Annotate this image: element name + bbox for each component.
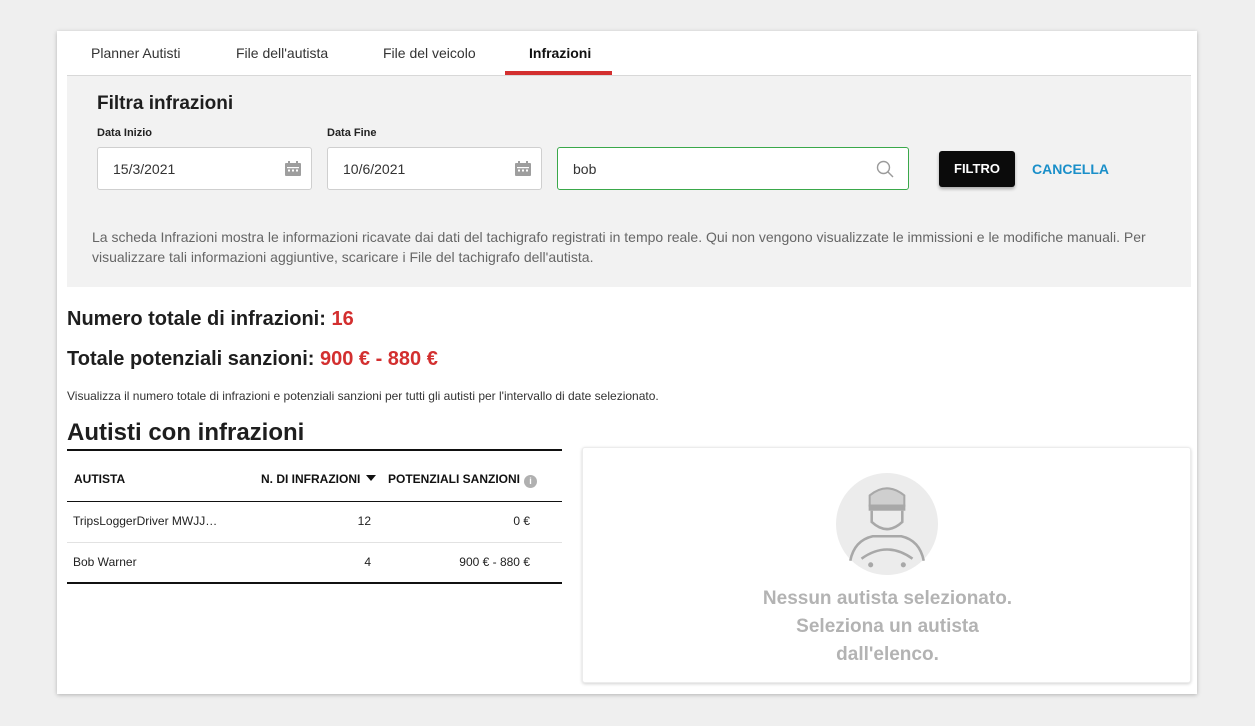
start-date-label: Data Inizio [97,127,153,139]
calendar-icon[interactable] [285,161,301,176]
total-sanctions: Totale potenziali sanzioni: 900 € - 880 … [67,348,438,371]
column-header-driver[interactable]: AUTISTA [74,472,125,486]
empty-state-line-2: Seleziona un autista [796,616,979,637]
column-header-count[interactable]: N. DI INFRAZIONI [261,472,377,486]
total-infractions: Numero totale di infrazioni: 16 [67,308,354,331]
start-date-value: 15/3/2021 [113,161,176,177]
empty-state-line-1: Nessun autista selezionato. [762,588,1013,609]
driver-detail-panel: Nessun autista selezionato. Seleziona un… [582,447,1191,683]
driver-avatar-icon [836,473,938,575]
row-driver: Bob Warner [73,555,137,569]
search-value: bob [573,161,597,177]
tab-bar: Planner Autisti File dell'autista File d… [67,31,1191,76]
sort-desc-icon [366,475,377,481]
tab-file-autista[interactable]: File dell'autista [236,45,328,61]
tab-infrazioni[interactable]: Infrazioni [529,45,591,61]
drivers-section-title: Autisti con infrazioni [67,419,305,446]
column-header-sanctions-label: POTENZIALI SANZIONI [388,472,520,486]
column-header-sanctions[interactable]: POTENZIALI SANZIONI i [388,472,537,488]
total-sanctions-label: Totale potenziali sanzioni: [67,348,315,370]
table-row[interactable]: Bob Warner 4 900 € - 880 € [67,542,562,582]
table-header: AUTISTA N. DI INFRAZIONI POTENZIALI SANZ… [67,451,562,502]
totals-note: Visualizza il numero totale di infrazion… [67,389,659,403]
column-header-count-label: N. DI INFRAZIONI [261,472,361,486]
main-card: Planner Autisti File dell'autista File d… [57,31,1197,694]
end-date-label: Data Fine [327,127,377,139]
tab-planner-autisti[interactable]: Planner Autisti [91,45,181,61]
empty-state-line-3: dall'elenco. [836,644,939,665]
total-infractions-label: Numero totale di infrazioni: [67,308,326,330]
search-icon[interactable] [876,160,894,178]
total-infractions-value: 16 [331,308,354,330]
tab-file-veicolo[interactable]: File del veicolo [383,45,476,61]
row-sanctions: 900 € - 880 € [459,555,530,569]
info-icon[interactable]: i [524,475,537,488]
calendar-icon[interactable] [515,161,531,176]
row-sanctions: 0 € [513,514,530,528]
filter-title: Filtra infrazioni [97,93,234,114]
cancel-button[interactable]: CANCELLA [1032,161,1109,177]
driver-search-input[interactable]: bob [557,147,909,190]
table-row[interactable]: TripsLoggerDriver MWJJ… 12 0 € [67,502,562,542]
filter-panel: Filtra infrazioni Data Inizio 15/3/2021 … [67,76,1191,287]
start-date-input[interactable]: 15/3/2021 [97,147,312,190]
drivers-table: AUTISTA N. DI INFRAZIONI POTENZIALI SANZ… [67,449,562,584]
filter-button[interactable]: FILTRO [939,151,1015,187]
total-sanctions-value: 900 € - 880 € [319,348,438,370]
row-driver: TripsLoggerDriver MWJJ… [73,514,218,528]
end-date-value: 10/6/2021 [343,161,406,177]
filter-info-text: La scheda Infrazioni mostra le informazi… [92,229,1146,265]
end-date-input[interactable]: 10/6/2021 [327,147,542,190]
row-count: 4 [364,555,371,569]
row-count: 12 [357,514,371,528]
active-tab-indicator [505,71,612,75]
